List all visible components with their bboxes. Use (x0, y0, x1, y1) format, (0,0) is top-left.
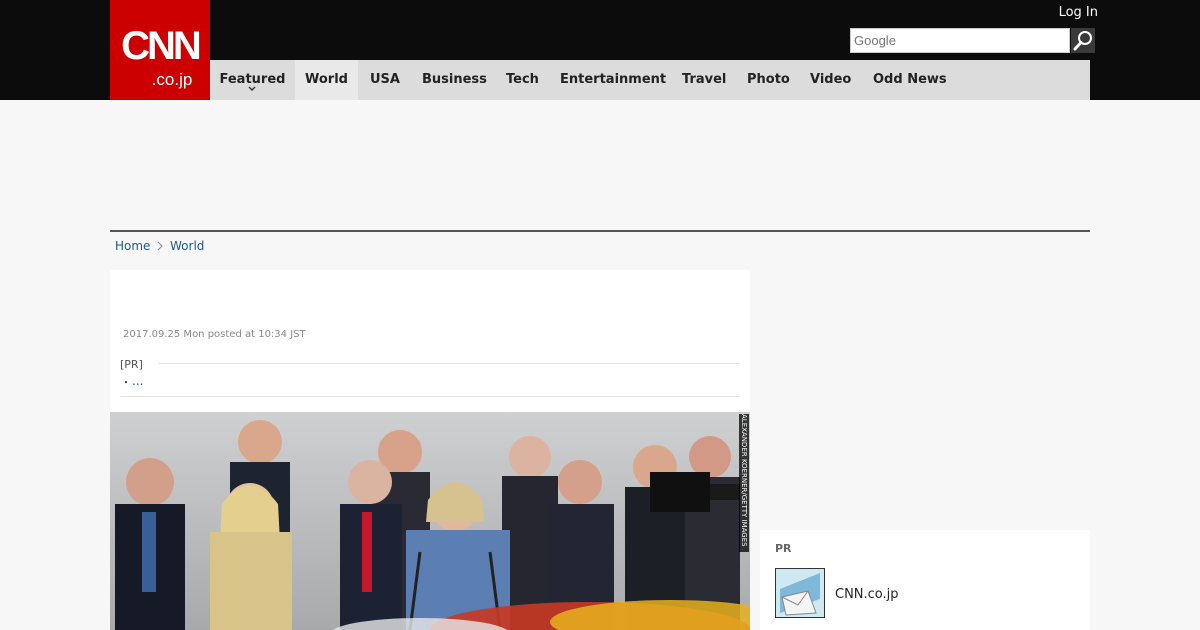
nav-label: Tech (506, 72, 539, 87)
logo-brand-text: CNN (121, 24, 202, 68)
pr-link[interactable]: ... (132, 374, 143, 388)
nav-item-usa[interactable]: USA (370, 60, 400, 100)
sidebar-pr-box: PR CNN.co.jp (760, 530, 1090, 630)
section-divider (110, 230, 1090, 232)
nav-label: Video (810, 72, 852, 87)
nav-label: Photo (747, 72, 790, 87)
pr-label: [PR] (120, 358, 143, 371)
nav-item-entertainment[interactable]: Entertainment (560, 60, 666, 100)
login-link[interactable]: Log In (1050, 5, 1098, 20)
search-icon (1073, 31, 1092, 51)
nav-item-odd-news[interactable]: Odd News (873, 60, 947, 100)
breadcrumb-world[interactable]: World (170, 238, 204, 254)
nav-item-world[interactable]: World (295, 60, 358, 100)
sidebar-pr-label: PR (775, 542, 792, 555)
pr-divider (158, 363, 740, 364)
ad-banner-space (110, 100, 1090, 228)
mail-icon[interactable] (775, 568, 825, 618)
photo-credit: ALEXANDER KOERNER/GETTY IMAGES (739, 414, 749, 552)
top-header-bar: CNN .co.jp Log In Featured World USA Bus… (0, 0, 1200, 100)
breadcrumb-home[interactable]: Home (115, 238, 150, 254)
mail-icon-graphic (776, 569, 824, 617)
search-input[interactable] (850, 28, 1070, 53)
main-navigation: Featured World USA Business Tech Enterta… (210, 60, 1090, 100)
nav-label: Business (422, 72, 487, 87)
nav-item-tech[interactable]: Tech (506, 60, 539, 100)
chevron-right-icon (157, 241, 163, 251)
nav-label: Odd News (873, 72, 947, 87)
nav-item-travel[interactable]: Travel (682, 60, 726, 100)
logo-suffix-text: .co.jp (151, 70, 193, 89)
nav-item-video[interactable]: Video (810, 60, 851, 100)
sidebar-pr-link[interactable]: CNN.co.jp (835, 587, 899, 602)
nav-label: Travel (682, 72, 727, 87)
nav-label: USA (370, 72, 400, 87)
search-button[interactable] (1071, 28, 1095, 53)
photo-scene (110, 412, 750, 630)
article-card: 2017.09.25 Mon posted at 10:34 JST [PR] … (110, 270, 750, 630)
nav-item-featured[interactable]: Featured (210, 60, 295, 100)
article-photo: ALEXANDER KOERNER/GETTY IMAGES (110, 412, 750, 630)
nav-item-business[interactable]: Business (422, 60, 487, 100)
nav-item-photo[interactable]: Photo (747, 60, 790, 100)
cnn-logo[interactable]: CNN .co.jp (110, 0, 210, 100)
chevron-down-icon (248, 86, 256, 92)
article-timestamp: 2017.09.25 Mon posted at 10:34 JST (123, 329, 306, 340)
nav-label: World (305, 72, 348, 87)
nav-label: Entertainment (560, 72, 667, 87)
pr-divider (120, 396, 740, 397)
pr-bullet: ・ (121, 378, 131, 389)
